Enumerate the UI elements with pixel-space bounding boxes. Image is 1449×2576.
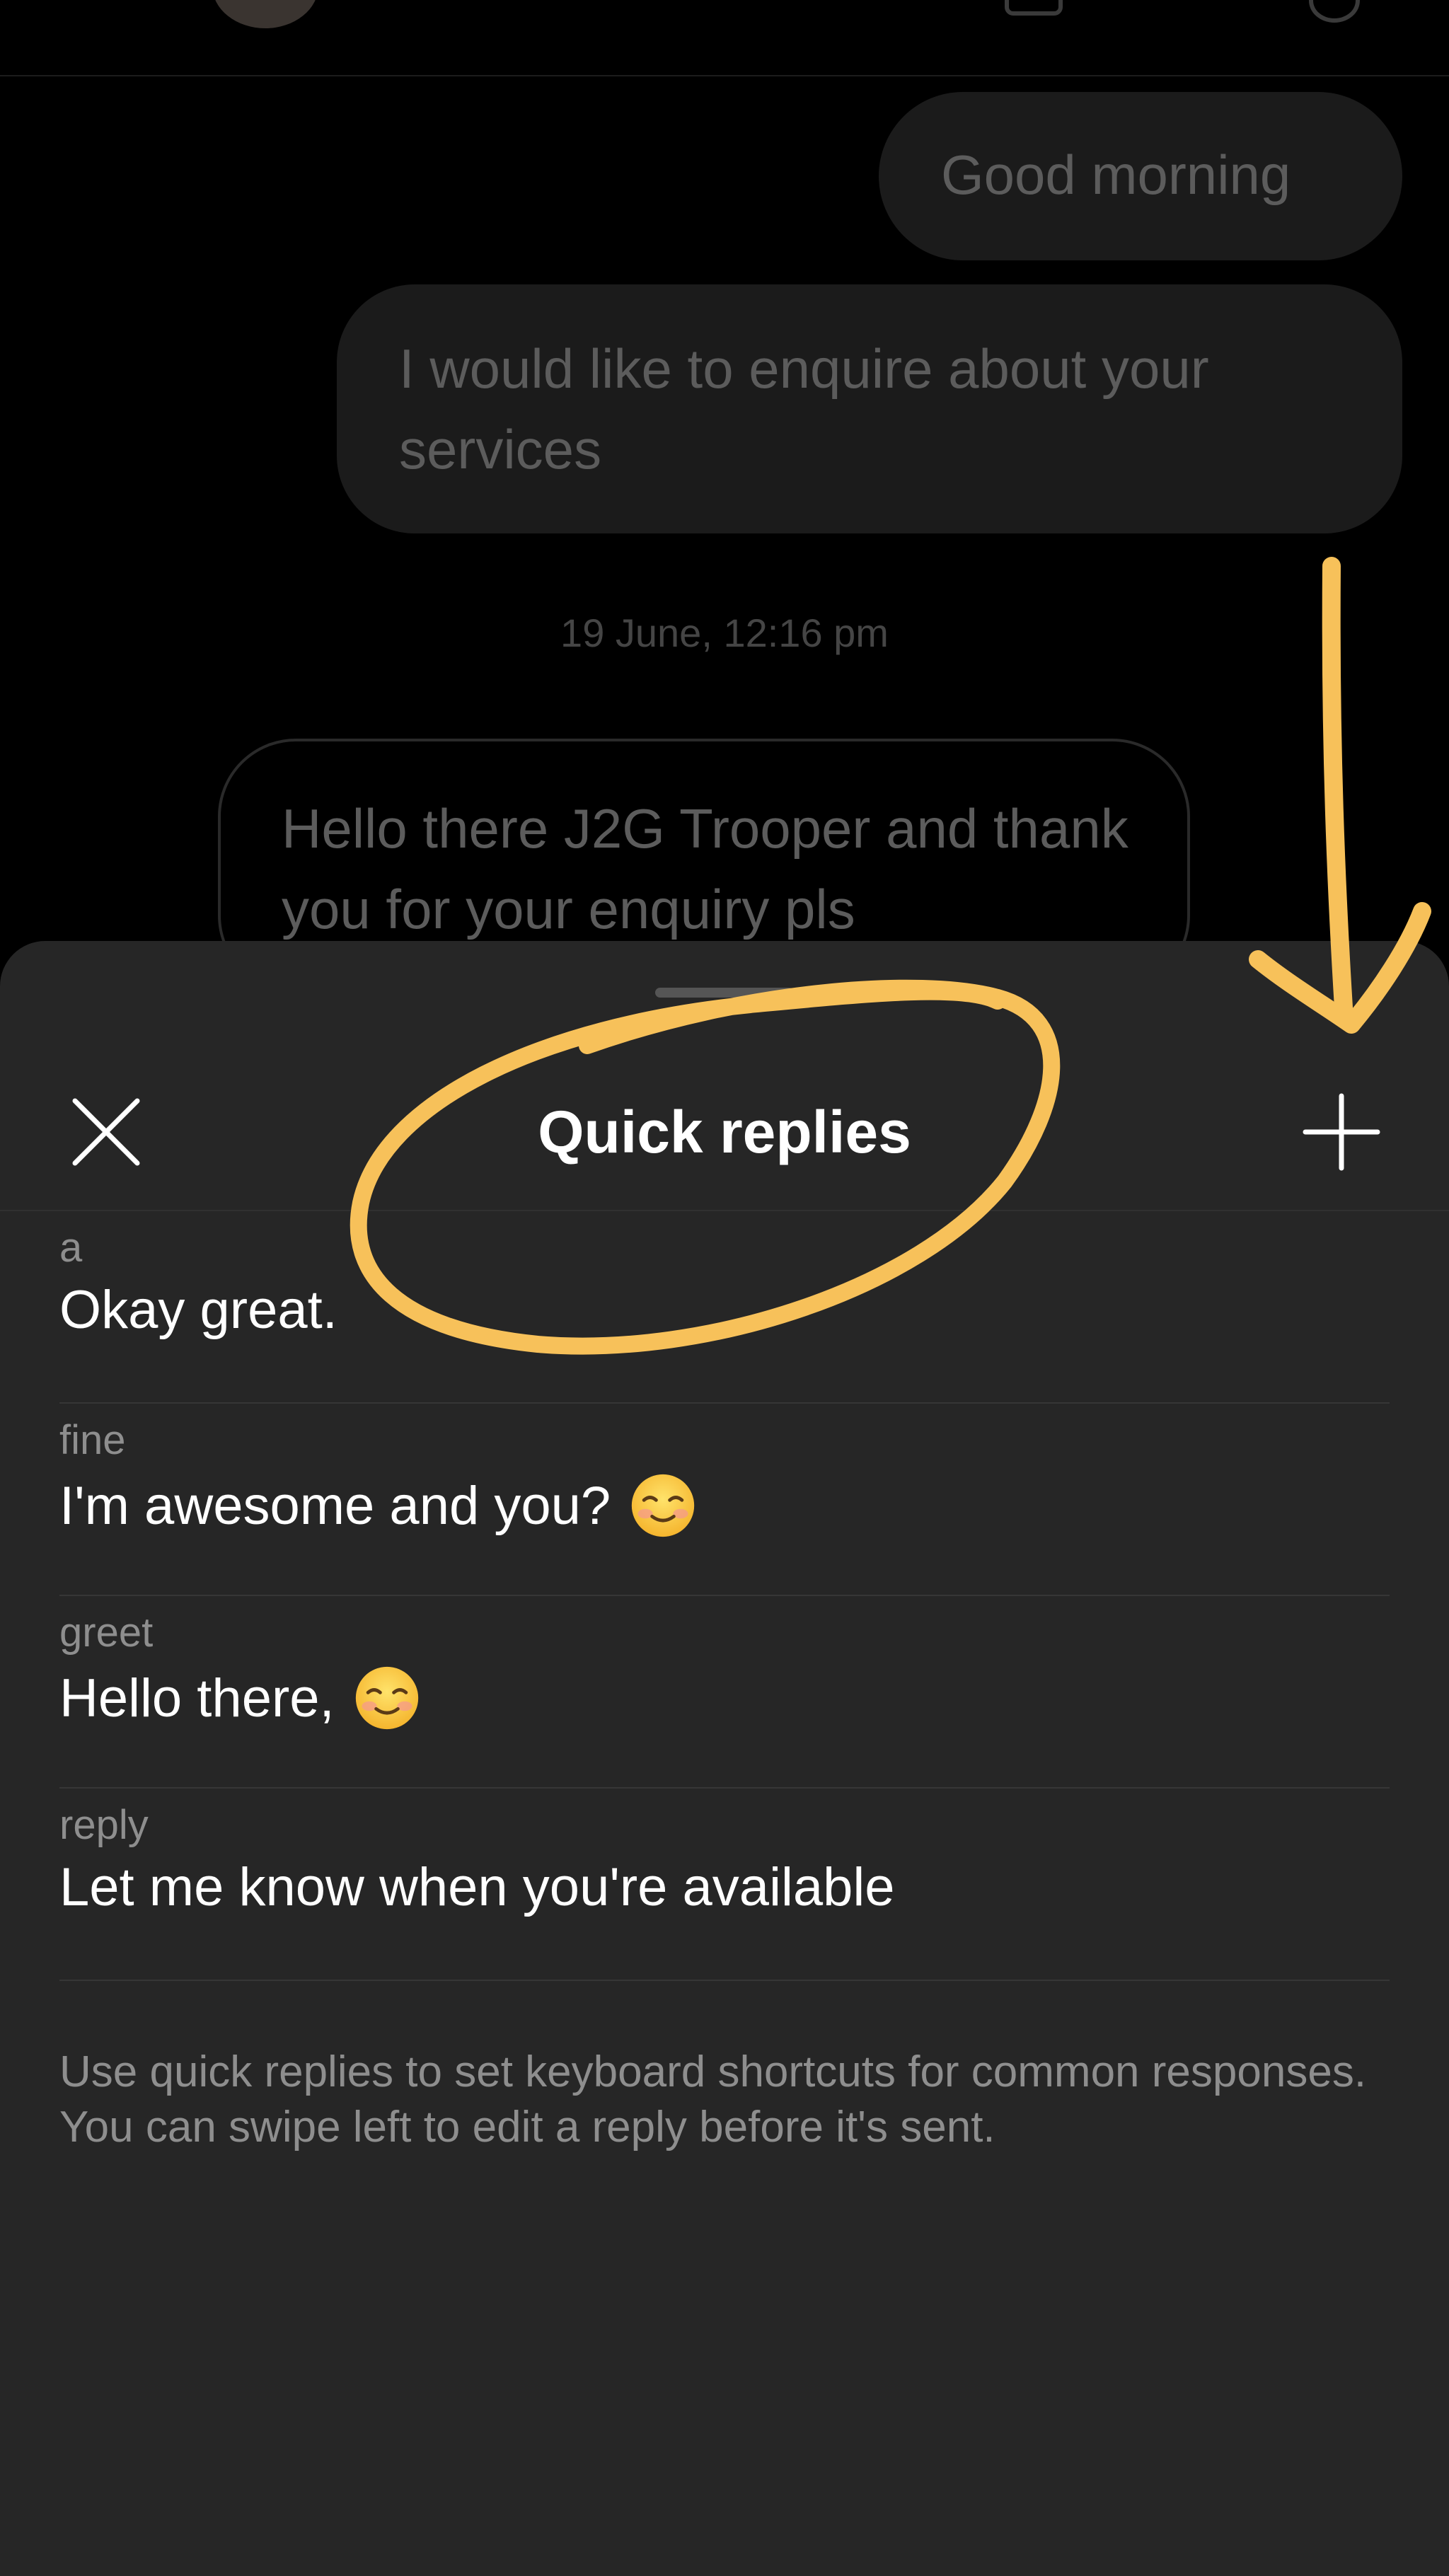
reply-message-text: Let me know when you're available	[59, 1857, 895, 1917]
close-icon	[72, 1098, 140, 1166]
close-button[interactable]	[59, 1085, 153, 1179]
quick-replies-sheet: Quick replies a Okay great. fine I'm awe…	[0, 941, 1449, 2576]
add-quick-reply-button[interactable]	[1295, 1085, 1388, 1179]
reply-message-text: Okay great.	[59, 1280, 337, 1340]
reply-shortcut: fine	[59, 1417, 126, 1463]
quick-reply-item[interactable]: greet Hello there,	[59, 1596, 1390, 1789]
message-text: I would like to enquire about your servi…	[399, 337, 1209, 480]
smiling-face-emoji	[631, 1474, 695, 1537]
reply-message: Okay great.	[59, 1279, 337, 1341]
chat-header	[0, 0, 1449, 76]
reply-shortcut: greet	[59, 1610, 154, 1656]
reply-message: I'm awesome and you?	[59, 1472, 697, 1540]
info-icon[interactable]	[1309, 0, 1360, 23]
smiling-face-emoji	[355, 1666, 418, 1730]
video-call-icon[interactable]	[1005, 0, 1063, 16]
avatar[interactable]	[212, 0, 318, 28]
message-text: Good morning	[941, 144, 1291, 206]
plus-icon	[1303, 1093, 1380, 1171]
sheet-title: Quick replies	[538, 1099, 911, 1165]
quick-reply-item[interactable]: a Okay great.	[59, 1211, 1390, 1404]
message-bubble-outgoing: Good morning	[879, 92, 1402, 260]
message-text: Hello there J2G Trooper and thank you fo…	[282, 797, 1128, 940]
reply-message-text: Hello there,	[59, 1668, 335, 1728]
quick-reply-item[interactable]: fine I'm awesome and you?	[59, 1404, 1390, 1596]
reply-message: Let me know when you're available	[59, 1856, 895, 1918]
sheet-drag-handle[interactable]	[655, 988, 794, 998]
quick-reply-item[interactable]: reply Let me know when you're available	[59, 1789, 1390, 1981]
quick-reply-list: a Okay great. fine I'm awesome and you?	[59, 1211, 1390, 1981]
reply-shortcut: reply	[59, 1802, 149, 1848]
reply-shortcut: a	[59, 1225, 83, 1271]
message-timestamp: 19 June, 12:16 pm	[560, 611, 889, 655]
message-bubble-outgoing: I would like to enquire about your servi…	[337, 284, 1402, 533]
reply-message-text: I'm awesome and you?	[59, 1475, 611, 1536]
quick-replies-help-text: Use quick replies to set keyboard shortc…	[59, 2047, 1367, 2152]
reply-message: Hello there,	[59, 1664, 421, 1732]
screen: Good morning I would like to enquire abo…	[0, 0, 1449, 2576]
